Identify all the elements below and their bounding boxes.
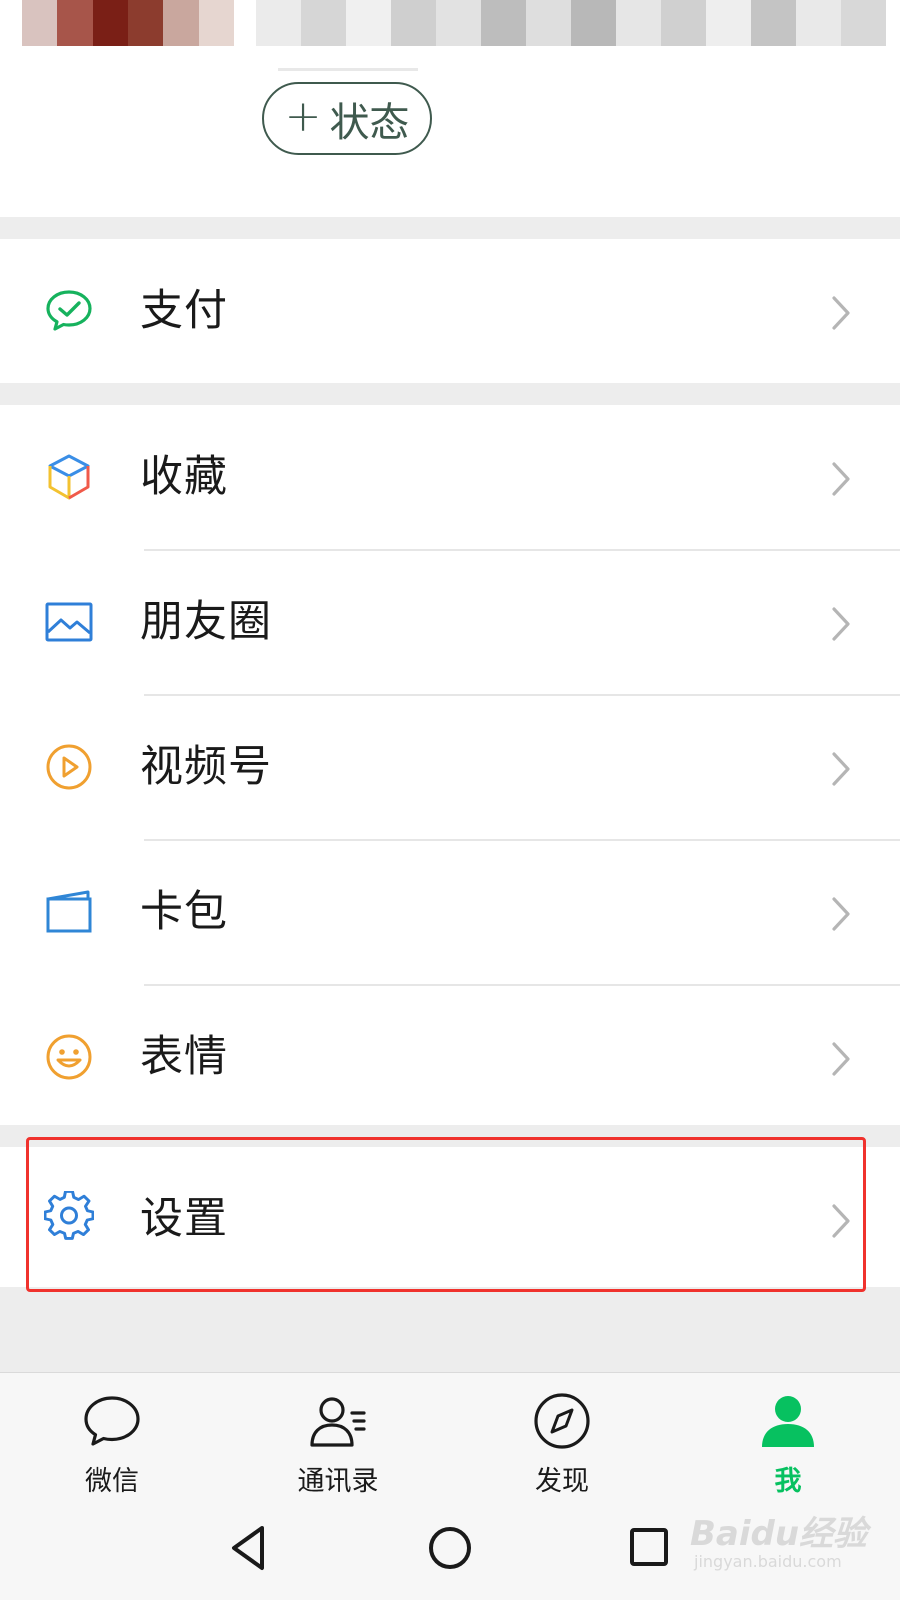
menu-item-label: 支付	[140, 286, 228, 336]
wechat-pay-icon	[46, 290, 92, 331]
chevron-right-icon	[832, 607, 850, 641]
baidu-watermark: Baidu经验 jingyan.baidu.com	[690, 1506, 890, 1586]
highlight-box	[26, 1137, 866, 1292]
menu-item-label: 收藏	[140, 452, 228, 502]
plus-icon: +	[284, 91, 322, 142]
menu-item-label: 朋友圈	[140, 597, 272, 647]
smiley-icon	[46, 1034, 92, 1080]
avatar-blurred[interactable]	[22, 0, 234, 46]
chevron-right-icon	[832, 897, 850, 931]
menu-item-pay[interactable]: 支付	[0, 239, 900, 383]
menu-item-channels[interactable]: 视频号	[0, 695, 900, 839]
tab-label: 微信	[85, 1466, 139, 1497]
bottom-tab-bar: 微信 通讯录 发现 我	[0, 1372, 900, 1501]
menu-item-moments[interactable]: 朋友圈	[0, 550, 900, 694]
chat-bubble-icon	[84, 1396, 140, 1446]
tab-label: 通讯录	[297, 1466, 379, 1497]
chevron-right-icon	[832, 752, 850, 786]
tab-contacts[interactable]: 通讯录	[258, 1373, 418, 1501]
tab-label: 我	[774, 1466, 802, 1497]
add-status-button[interactable]: + 状态	[262, 82, 432, 155]
status-button-label: 状态	[329, 99, 410, 146]
home-icon[interactable]	[420, 1518, 480, 1578]
compass-icon	[534, 1393, 590, 1449]
cube-icon	[48, 454, 90, 500]
nickname-blurred	[256, 0, 886, 46]
recents-icon[interactable]	[620, 1518, 680, 1578]
back-icon[interactable]	[220, 1518, 280, 1578]
chevron-right-icon	[832, 296, 850, 330]
image-icon	[45, 602, 93, 642]
menu-item-label: 表情	[140, 1032, 228, 1082]
contacts-icon	[310, 1397, 366, 1447]
menu-item-label: 视频号	[140, 742, 272, 792]
profile-header: + 状态	[0, 0, 900, 217]
tab-label: 发现	[535, 1466, 589, 1497]
menu-group-pay: 支付	[0, 239, 900, 383]
menu-item-favorites[interactable]: 收藏	[0, 405, 900, 549]
chevron-right-icon	[832, 1042, 850, 1076]
person-icon	[762, 1396, 814, 1447]
tab-chats[interactable]: 微信	[32, 1373, 192, 1501]
play-circle-icon	[46, 744, 92, 790]
menu-item-cards[interactable]: 卡包	[0, 840, 900, 984]
chevron-right-icon	[832, 462, 850, 496]
card-wallet-icon	[46, 890, 92, 933]
tab-discover[interactable]: 发现	[482, 1373, 642, 1501]
tab-me[interactable]: 我	[708, 1373, 868, 1501]
menu-item-stickers[interactable]: 表情	[0, 985, 900, 1129]
menu-item-label: 卡包	[140, 887, 228, 937]
watermark-brand: Baidu经验	[690, 1514, 868, 1554]
watermark-url: jingyan.baidu.com	[694, 1552, 842, 1571]
menu-group-main: 收藏 朋友圈 视频号 卡包 表情	[0, 405, 900, 1125]
divider	[278, 68, 418, 71]
